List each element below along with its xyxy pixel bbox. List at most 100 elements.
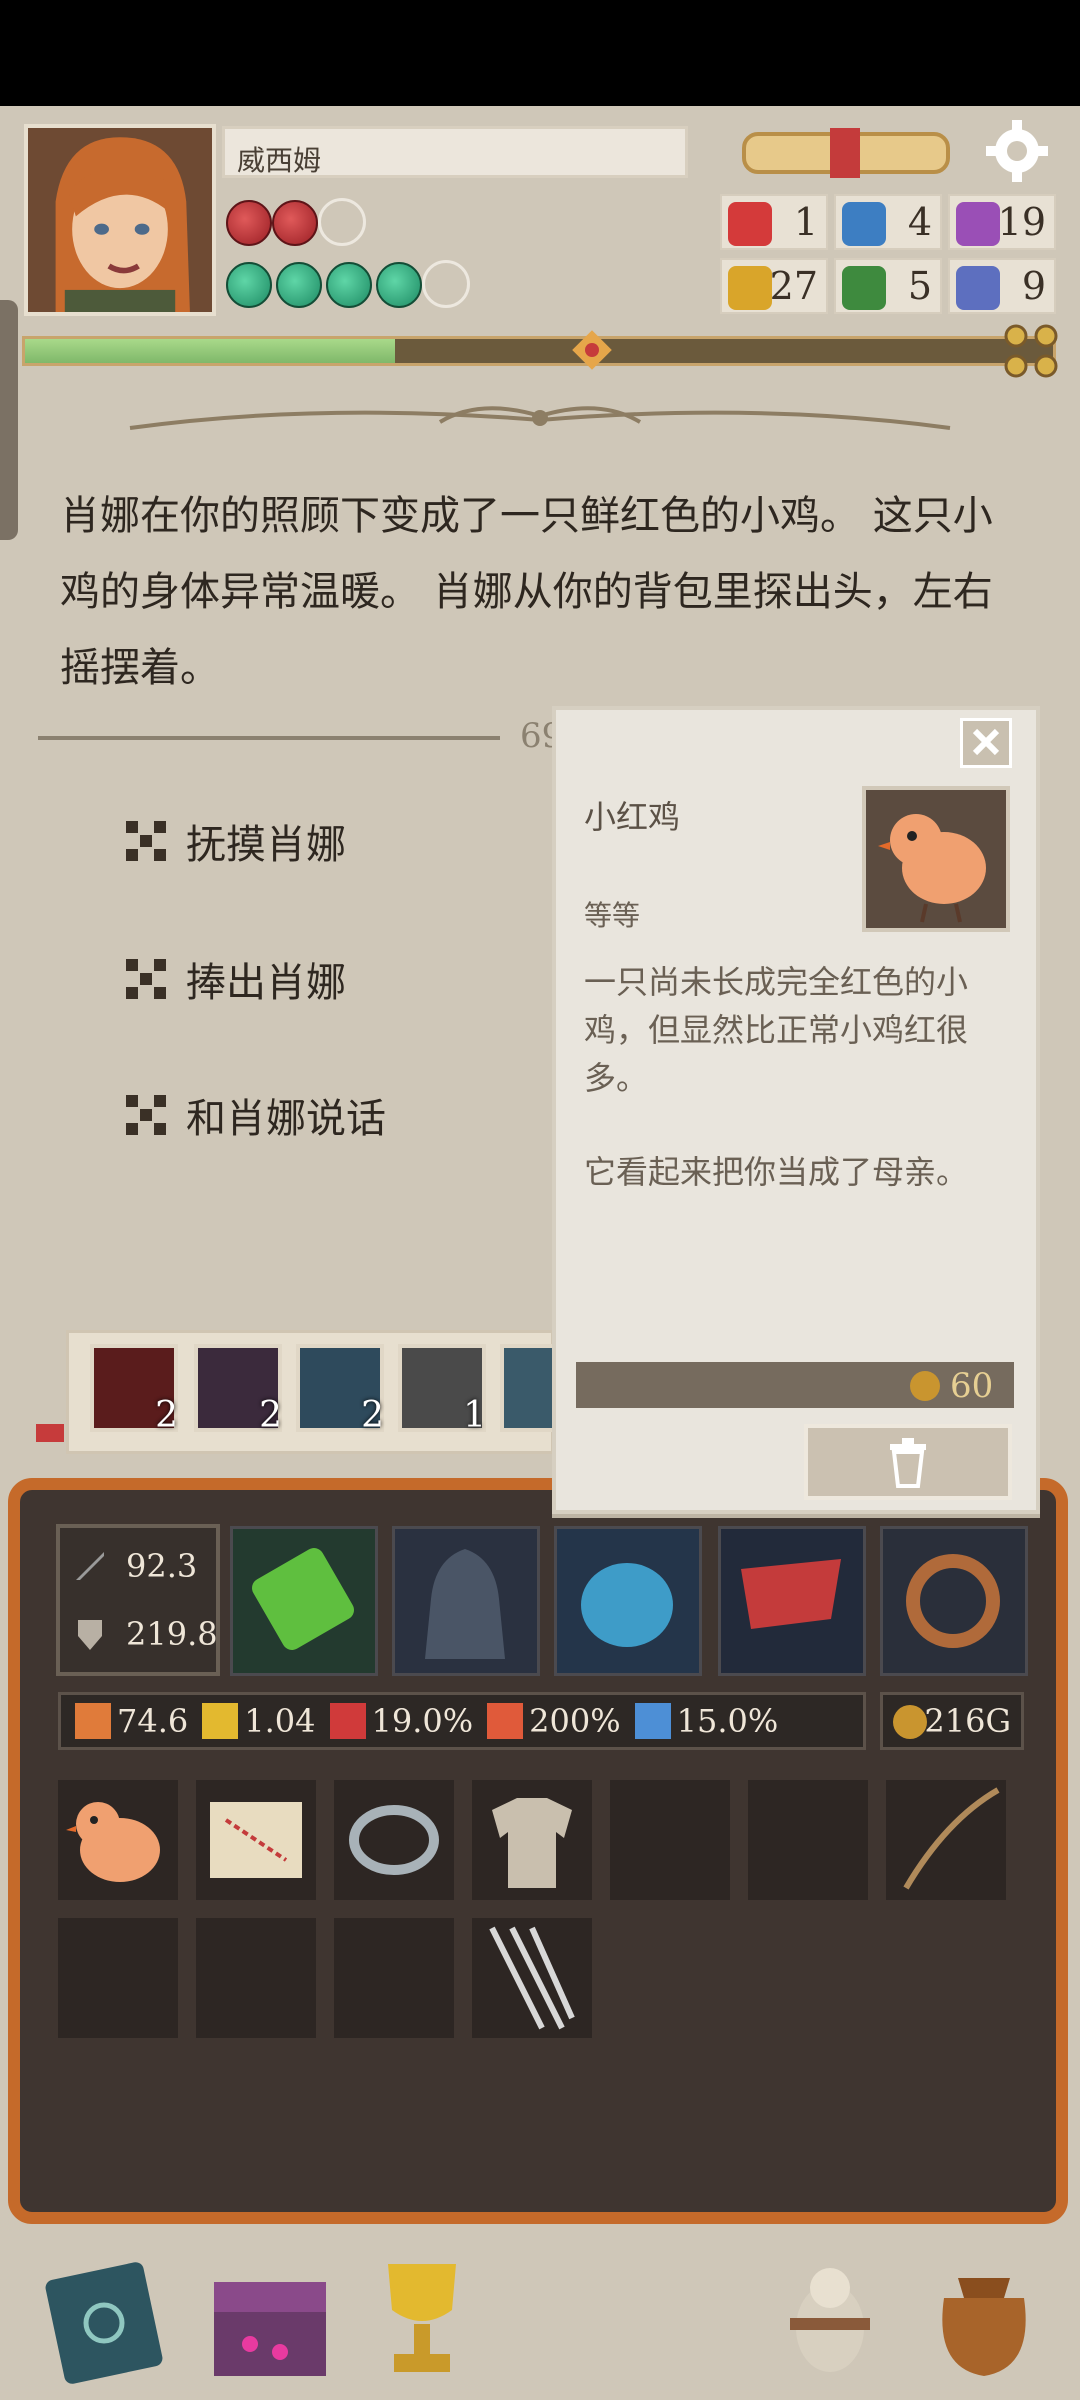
energy-pip-empty [422,260,470,308]
throwing-needles-icon [489,1926,575,2030]
popup-price: 60 [910,1366,993,1406]
attribute-bar: 74.6 1.04 19.0% 200% 15.0% [58,1692,866,1750]
settings-gear-icon[interactable] [986,120,1048,182]
green-heart-icon [842,266,886,310]
map-icon [210,1802,302,1878]
inventory-slot[interactable] [886,1780,1006,1900]
red-chick-icon [878,814,986,923]
chainmail-shirt-icon [492,1798,572,1888]
inventory-slot-empty[interactable] [748,1780,868,1900]
journey-progress-fill [25,339,396,363]
portrait-image [28,128,212,312]
inventory-slot[interactable] [334,1780,454,1900]
stat-spirit: 9 [948,258,1056,314]
trash-icon [890,1438,926,1488]
attr-crit-rate: 19.0% [329,1702,473,1740]
inventory-slot-empty[interactable] [196,1918,316,2038]
trophy-icon [388,2264,456,2372]
skill-slot[interactable]: 2 [90,1344,178,1436]
character-name: 威西姆 [222,126,688,178]
stat-strength: 1 [720,194,828,250]
energy-pip-filled [376,262,422,308]
progress-marker-icon [572,330,612,370]
skill-slot[interactable]: 2 [296,1344,384,1436]
attr-attack-speed: 1.04 [202,1702,316,1740]
goal-marker-icon [1004,324,1058,378]
choice-bullet-icon [126,959,166,999]
popup-item-image [862,786,1010,932]
close-icon [972,728,1000,756]
quest-scroll-icon[interactable] [734,124,958,182]
red-chick-icon [66,1802,160,1882]
purple-blob-icon [956,202,1000,246]
blue-ring-icon [956,266,1000,310]
equip-slot-companion[interactable] [554,1526,702,1676]
energy-pip-filled [326,262,372,308]
popup-close-button[interactable] [960,718,1012,768]
stat-magic: 19 [948,194,1056,250]
attr-crit-damage: 200% [487,1702,621,1740]
energy-pip-filled [276,262,322,308]
nav-treasure-chest[interactable] [200,2248,340,2388]
crit-icon [329,1703,366,1739]
skill-slot[interactable]: 2 [194,1344,282,1436]
status-bar [0,0,1080,106]
lightning-icon [202,1703,239,1739]
green-scroll-icon [252,1548,354,1650]
ornament-divider [129,406,951,430]
discard-item-button[interactable] [804,1424,1012,1500]
stat-agility: 4 [834,194,942,250]
nav-spellbook[interactable] [38,2248,178,2388]
attr-speed: 74.6 [75,1702,188,1740]
combat-stats-box: 92.3 219.8 [56,1524,220,1676]
inventory-slot-empty[interactable] [334,1918,454,2038]
choice-hold-shauna[interactable]: 捧出肖娜 [120,950,346,1008]
shield-icon [78,1620,102,1650]
equip-slot-amulet[interactable] [230,1526,378,1676]
attr-dodge: 15.0% [634,1702,778,1740]
speed-icon [75,1703,111,1739]
leather-bag-icon [942,2278,1026,2376]
popup-subtitle: 等等 [584,899,641,932]
fishing-rod-icon [903,1787,1000,1890]
story-divider [38,736,500,740]
nav-inventory-bag[interactable] [914,2248,1054,2388]
story-text: 肖娜在你的照顾下变成了一只鲜红色的小鸡。 这只小鸡的身体异常温暖。 肖娜从你的背… [60,493,993,691]
inventory-slot[interactable] [196,1780,316,1900]
dodge-icon [634,1703,671,1739]
choice-talk-shauna[interactable]: 和肖娜说话 [120,1086,386,1144]
inventory-slot[interactable] [472,1918,592,2038]
energy-pip-filled [226,262,272,308]
inventory-slot[interactable] [472,1780,592,1900]
hp-pip-filled [272,200,318,246]
popup-title: 小红鸡 [584,798,681,836]
gold-coin-icon [910,1371,940,1401]
equip-slot-banner[interactable] [718,1526,866,1676]
side-drawer-handle[interactable] [0,300,18,540]
equip-slot-rope[interactable] [880,1526,1028,1676]
merchant-npc-icon [790,2268,870,2372]
equip-slot-armor[interactable] [392,1526,540,1676]
character-portrait[interactable] [24,124,216,316]
popup-description: 一只尚未长成完全红色的小鸡，但显然比正常小鸡红很多。 [584,963,969,1097]
choice-pet-shauna[interactable]: 抚摸肖娜 [120,812,346,870]
stat-vitality: 5 [834,258,942,314]
inventory-slot-empty[interactable] [58,1918,178,2038]
red-banner-icon [741,1559,841,1629]
hooded-cloak-icon [425,1549,505,1659]
coiled-rope-icon [906,1554,1000,1648]
choice-bullet-icon [126,821,166,861]
skill-slot[interactable]: 1 [398,1344,486,1436]
choice-bullet-icon [126,1095,166,1135]
blue-star-icon [842,202,886,246]
hp-pip-empty [318,198,366,246]
blue-slime-icon [581,1563,673,1647]
gold-display: 216G [880,1692,1024,1750]
nav-merchant[interactable] [760,2248,900,2388]
gold-coin-icon [728,266,772,310]
inventory-slot-empty[interactable] [610,1780,730,1900]
skill-bar-marker [36,1424,64,1442]
inventory-slot[interactable] [58,1780,178,1900]
nav-achievements[interactable] [352,2248,492,2388]
red-fist-icon [728,202,772,246]
